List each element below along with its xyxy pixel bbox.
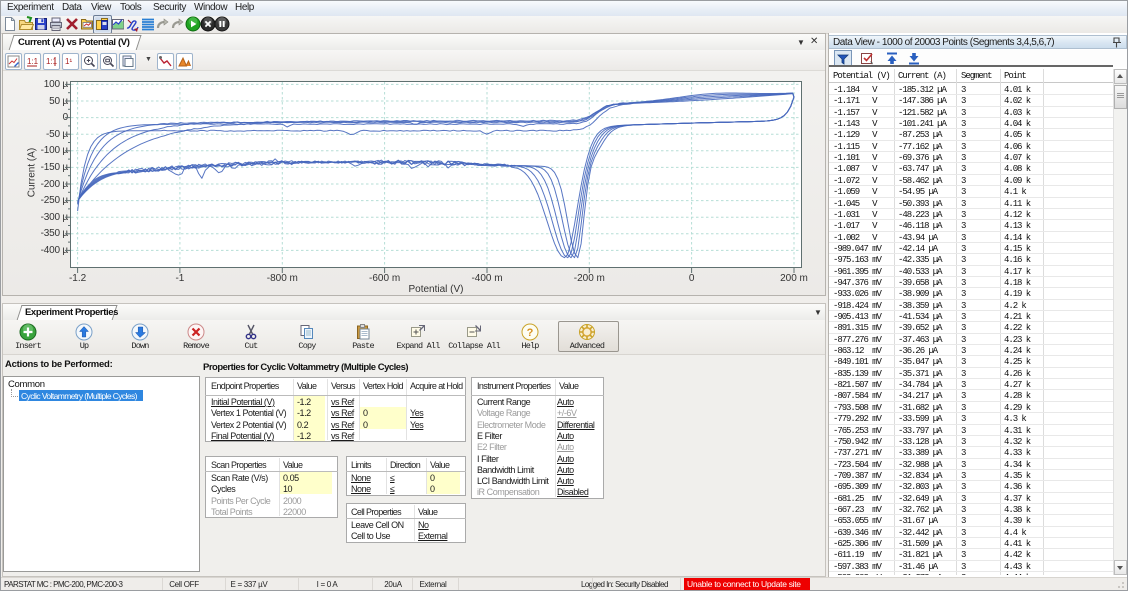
svg-text:1¹: 1¹	[65, 57, 72, 66]
svg-text:1:1: 1:1	[27, 57, 39, 66]
svg-text:?: ?	[527, 327, 534, 339]
svg-text:1:1: 1:1	[46, 57, 58, 66]
